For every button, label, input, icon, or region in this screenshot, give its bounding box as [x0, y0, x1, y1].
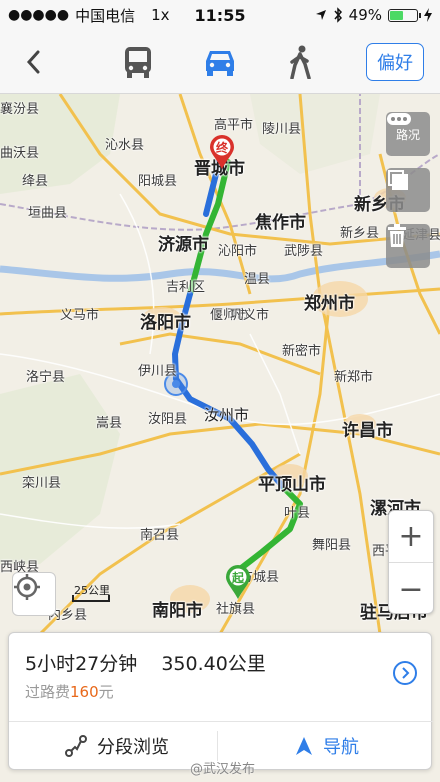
map-label: 济源市 [158, 235, 209, 255]
bluetooth-icon [334, 7, 342, 23]
map-scale: 25公里 [72, 584, 114, 602]
map-label: 新郑市 [334, 370, 374, 385]
scale-bar [72, 595, 110, 602]
map-label: 南阳市 [152, 601, 203, 621]
map-label: 嵩县 [96, 416, 123, 431]
toll-amount: 160 [70, 683, 99, 701]
zoom-control: + − [388, 510, 434, 614]
map-label: 襄汾县 [0, 102, 40, 117]
map-label: 叶县 [284, 506, 311, 521]
end-marker-label: 终 [215, 141, 228, 155]
start-marker-label: 起 [231, 571, 244, 585]
trash-icon [388, 224, 406, 247]
toll-unit: 元 [98, 683, 114, 701]
locate-me-button[interactable] [12, 572, 56, 616]
navigate-label: 导航 [323, 737, 359, 758]
map-label: 汝阳县 [148, 412, 188, 427]
route-map[interactable]: 襄汾县 高平市 沁水县 陵川县 曲沃县 绛县 阳城县 晋城市 垣曲县 焦作市 新… [0, 94, 440, 634]
map-label: 绛县 [22, 174, 49, 189]
watermark: @武汉发布 [190, 762, 256, 777]
card-vertical-divider [217, 731, 218, 761]
map-label: 洛宁县 [26, 370, 66, 385]
traffic-toggle-button[interactable]: 路况 [386, 112, 430, 156]
map-label: 温县 [244, 272, 271, 287]
map-label: 舞阳县 [312, 538, 352, 553]
map-label: 汝州市 [204, 406, 250, 424]
map-label: 伊川县 [138, 364, 178, 379]
navigation-arrow-icon [296, 737, 312, 755]
bus-icon [125, 47, 151, 78]
layers-button[interactable] [386, 168, 430, 212]
origin-marker[interactable]: 起 [224, 564, 252, 600]
route-summary: 5小时27分钟 350.40公里 [25, 649, 284, 676]
segment-view-button[interactable]: 分段浏览 [65, 729, 169, 763]
navigation-bar: 偏好 [0, 30, 440, 94]
map-label: 吉利区 [166, 280, 206, 295]
battery-icon [388, 8, 421, 22]
map-label: 巩义市 [230, 308, 270, 323]
route-distance: 350.40公里 [161, 653, 266, 675]
battery-percent: 49% [348, 6, 382, 24]
map-label: 洛阳市 [140, 313, 191, 333]
layers-icon [388, 170, 408, 190]
back-button[interactable] [20, 48, 48, 76]
card-divider [9, 721, 433, 722]
zoom-out-button[interactable]: − [389, 563, 433, 615]
map-label: 焦作市 [255, 213, 306, 233]
map-label: 新乡县 [340, 226, 380, 241]
segment-view-label: 分段浏览 [97, 737, 169, 758]
traffic-label: 路况 [395, 127, 420, 142]
preferences-button[interactable]: 偏好 [366, 43, 424, 81]
map-label: 陵川县 [262, 122, 302, 137]
map-label: 郑州市 [304, 294, 355, 314]
map-label: 许昌市 [342, 421, 393, 441]
location-arrow-icon [315, 10, 326, 20]
destination-marker[interactable]: 终 [208, 134, 236, 170]
map-label: 平顶山市 [258, 475, 326, 495]
toll-info: 过路费160元 [25, 681, 114, 702]
chevron-left-icon [26, 50, 40, 74]
walk-icon [290, 45, 311, 79]
chevron-right-icon [402, 667, 410, 679]
car-icon [206, 51, 234, 76]
map-label: 高平市 [214, 118, 254, 133]
route-duration: 5小时27分钟 [25, 653, 138, 675]
crosshair-icon [14, 574, 40, 600]
traffic-icon [387, 113, 411, 125]
zoom-in-button[interactable]: + [389, 511, 433, 563]
maps-route-screen: ●●●●● 中国电信 1x 11:55 49% 偏好 襄汾县 高平市 沁水县 陵… [0, 0, 440, 782]
start-navigation-button[interactable]: 导航 [295, 729, 359, 763]
status-bar: ●●●●● 中国电信 1x 11:55 49% [0, 0, 440, 30]
route-detail-button[interactable] [393, 661, 417, 685]
map-label: 社旗县 [216, 602, 256, 617]
clear-button[interactable] [386, 224, 430, 268]
map-label: 新密市 [282, 344, 322, 359]
route-info-card[interactable]: 5小时27分钟 350.40公里 过路费160元 分段浏览 导航 [8, 632, 433, 770]
map-label: 沁阳市 [218, 244, 258, 259]
map-label: 义马市 [60, 308, 100, 323]
toll-prefix: 过路费 [25, 683, 71, 701]
map-label: 沁水县 [105, 138, 145, 153]
map-label: 南召县 [140, 528, 180, 543]
charging-icon [424, 8, 432, 22]
map-label: 垣曲县 [28, 206, 68, 221]
map-label: 武陟县 [284, 244, 324, 259]
mode-walk-button[interactable] [280, 44, 320, 80]
map-label: 曲沃县 [0, 146, 40, 161]
mode-bus-button[interactable] [118, 44, 158, 80]
map-label: 阳城县 [138, 174, 178, 189]
map-label: 栾川县 [22, 476, 62, 491]
mode-car-button[interactable] [200, 44, 240, 80]
segment-route-icon [65, 735, 87, 757]
